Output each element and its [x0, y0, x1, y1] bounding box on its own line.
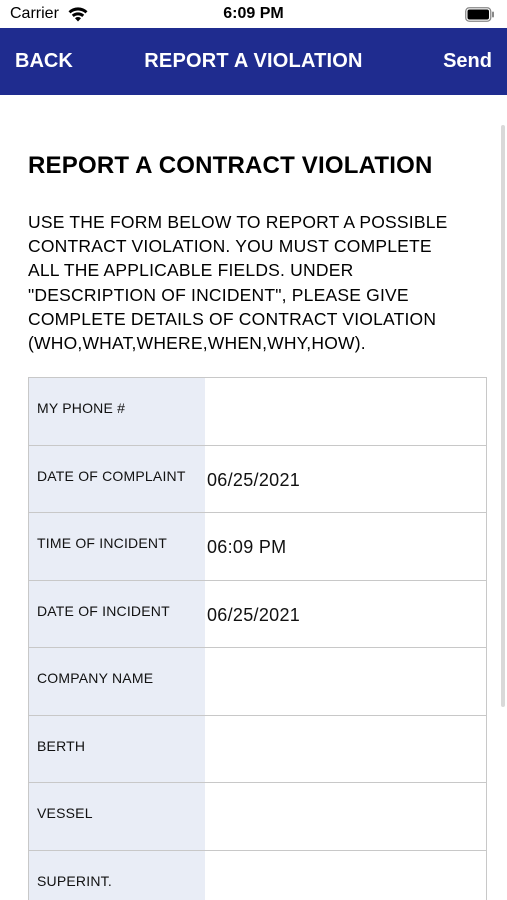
vertical-scrollbar[interactable] — [501, 125, 505, 707]
form-label-cell: DATE OF COMPLAINT — [29, 445, 205, 512]
date-of-incident-field[interactable]: 06/25/2021 — [207, 605, 300, 626]
violation-form: MY PHONE # DATE OF COMPLAINT 06/25/2021 … — [28, 377, 487, 900]
form-label: MY PHONE # — [37, 400, 126, 416]
instructions-line: CONTRACT VIOLATION. YOU MUST COMPLETE — [28, 236, 432, 257]
form-label: COMPANY NAME — [37, 670, 154, 686]
form-label: DATE OF INCIDENT — [37, 602, 170, 619]
form-label: SUPERINT. — [37, 872, 112, 889]
instructions-line: "DESCRIPTION OF INCIDENT", PLEASE GIVE — [28, 284, 409, 305]
back-button[interactable]: BACK — [15, 28, 73, 95]
nav-title: REPORT A VIOLATION — [144, 50, 363, 72]
form-label: TIME OF INCIDENT — [37, 535, 167, 551]
instructions-line: ALL THE APPLICABLE FIELDS. UNDER — [28, 260, 354, 281]
instructions-text: USE THE FORM BELOW TO REPORT A POSSIBLE … — [28, 210, 488, 355]
form-label-cell: TIME OF INCIDENT — [29, 513, 205, 580]
form-row-superintendent[interactable]: SUPERINT. — [29, 850, 486, 900]
form-label: BERTH — [37, 737, 86, 754]
form-row-date-of-incident[interactable]: DATE OF INCIDENT 06/25/2021 — [29, 580, 486, 648]
form-label-cell: SUPERINT. — [29, 850, 205, 900]
form-label-cell: MY PHONE # — [29, 378, 205, 445]
page-title: REPORT A CONTRACT VIOLATION — [28, 152, 433, 179]
instructions-line: (WHO,WHAT,WHERE,WHEN,WHY,HOW). — [28, 333, 366, 354]
send-button[interactable]: Send — [443, 28, 492, 95]
time-of-incident-field[interactable]: 06:09 PM — [207, 537, 286, 558]
instructions-line: USE THE FORM BELOW TO REPORT A POSSIBLE — [28, 212, 448, 232]
battery-icon — [465, 7, 494, 22]
form-label-cell: BERTH — [29, 715, 205, 782]
instructions-line: COMPLETE DETAILS OF CONTRACT VIOLATION — [28, 308, 437, 329]
form-row-date-of-complaint[interactable]: DATE OF COMPLAINT 06/25/2021 — [29, 445, 486, 513]
form-row-berth[interactable]: BERTH — [29, 715, 486, 783]
status-bar: Carrier 6:09 PM — [0, 0, 507, 28]
form-row-my-phone[interactable]: MY PHONE # — [29, 378, 486, 446]
form-row-time-of-incident[interactable]: TIME OF INCIDENT 06:09 PM — [29, 513, 486, 581]
form-scroll-view[interactable]: REPORT A CONTRACT VIOLATION USE THE FORM… — [0, 95, 507, 900]
status-time: 6:09 PM — [223, 5, 284, 22]
date-of-complaint-field[interactable]: 06/25/2021 — [207, 470, 300, 491]
form-label-cell: COMPANY NAME — [29, 648, 205, 715]
form-label: DATE OF COMPLAINT — [37, 467, 186, 484]
form-row-company-name[interactable]: COMPANY NAME — [29, 648, 486, 716]
form-label-cell: DATE OF INCIDENT — [29, 580, 205, 647]
form-row-vessel[interactable]: VESSEL — [29, 783, 486, 851]
form-label-cell: VESSEL — [29, 783, 205, 850]
form-label: VESSEL — [37, 805, 93, 821]
navigation-bar: REPORT A VIOLATION BACK Send — [0, 28, 507, 95]
